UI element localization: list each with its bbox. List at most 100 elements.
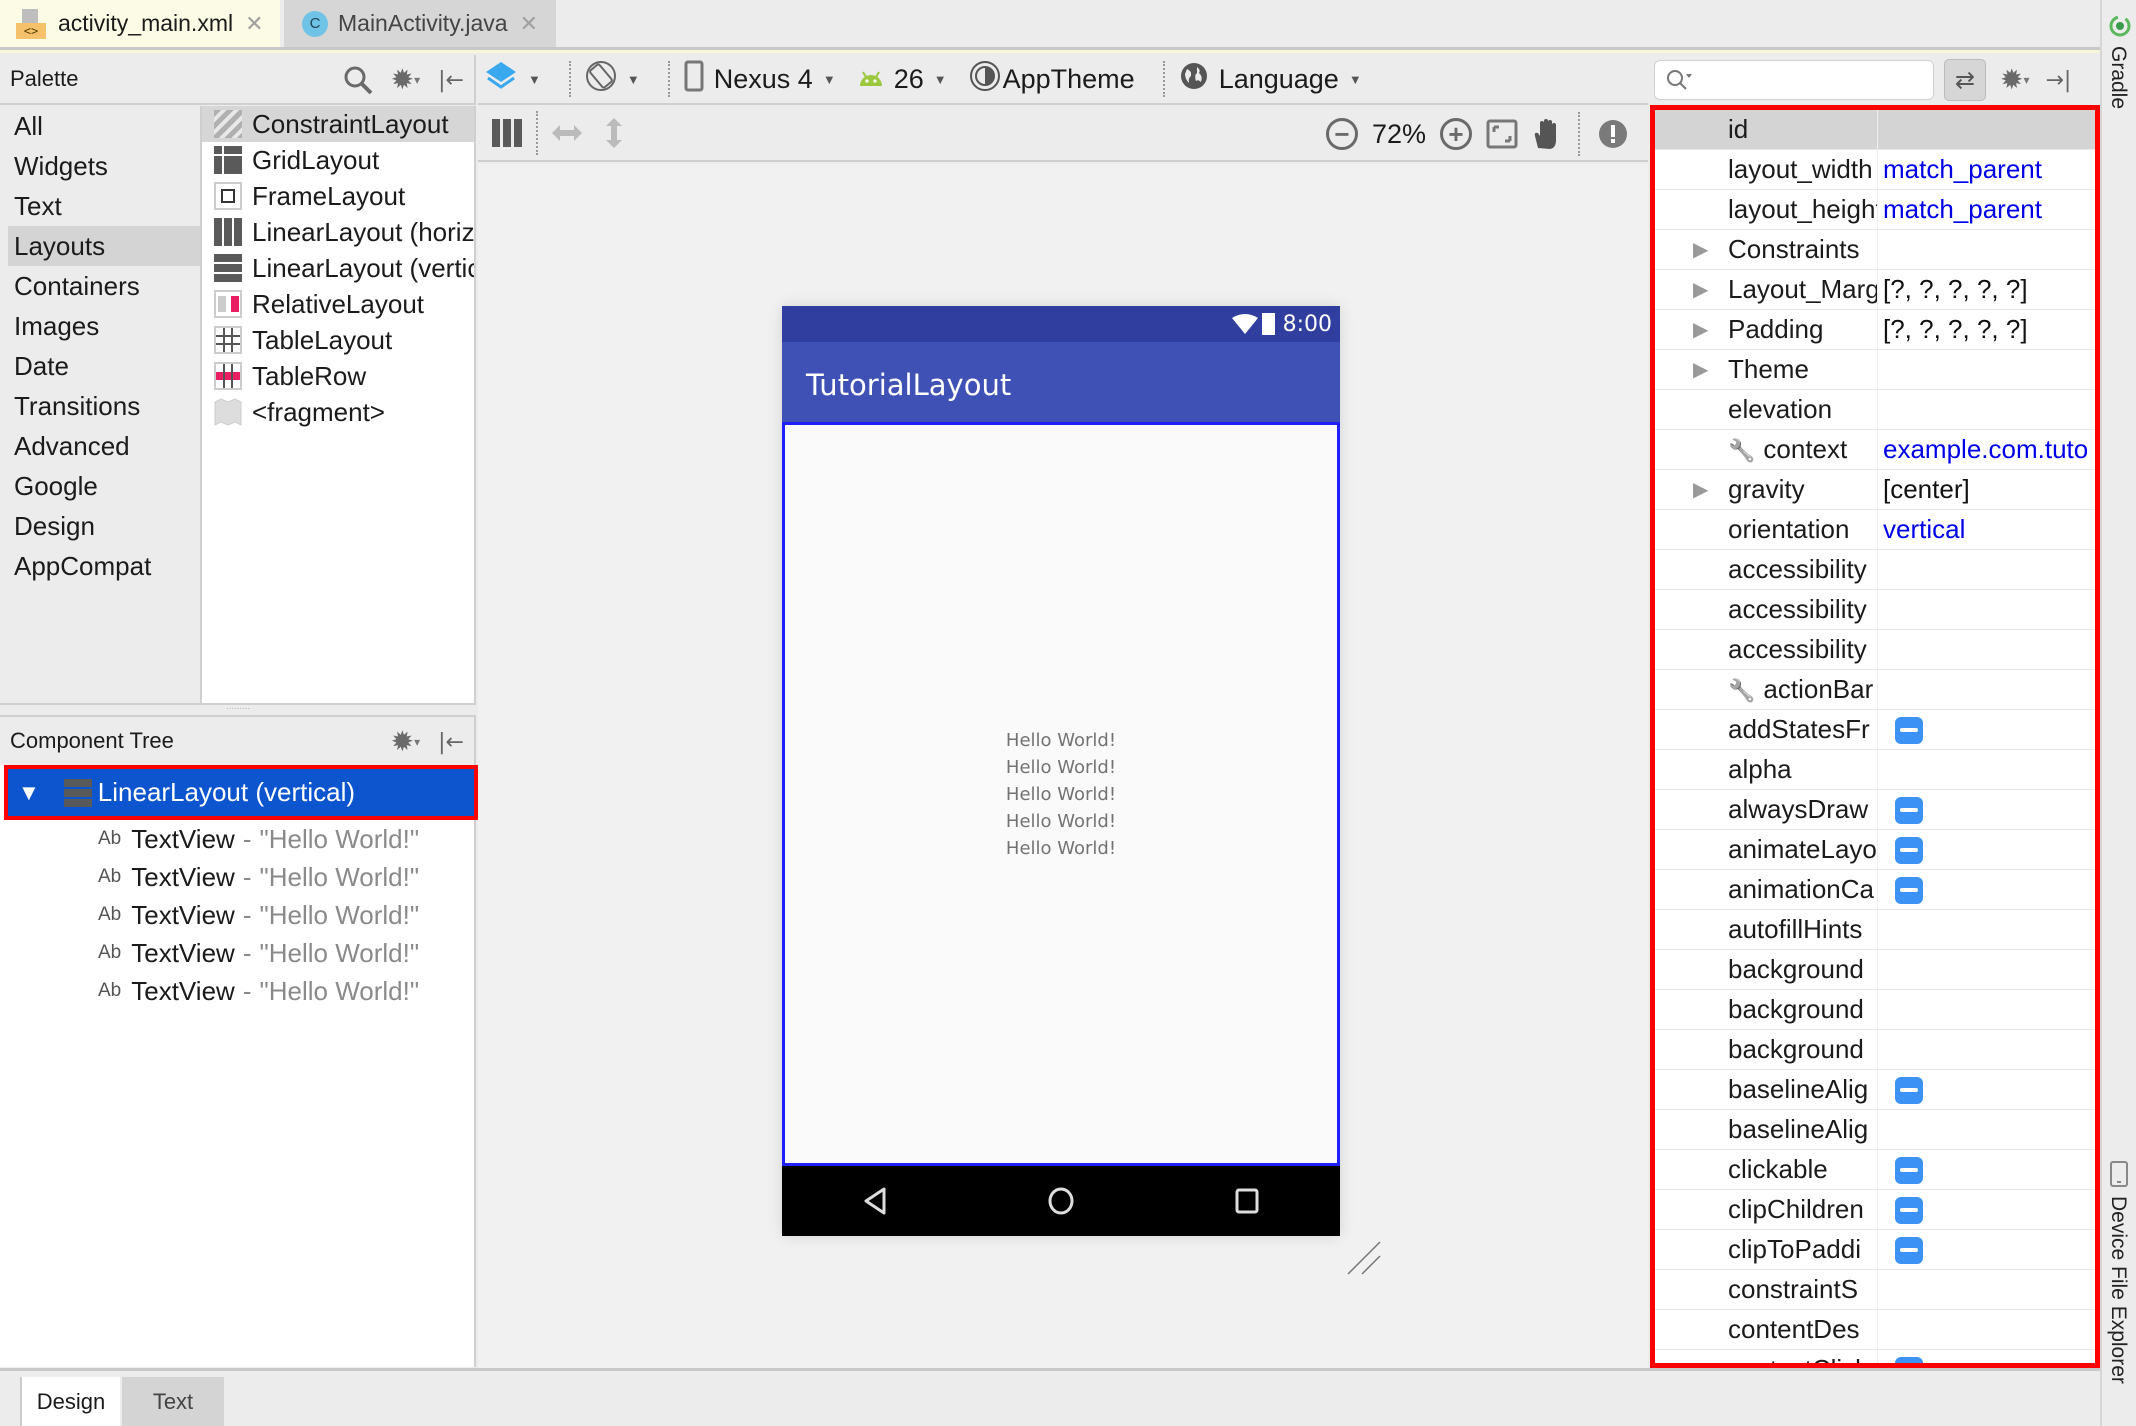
palette-category-containers[interactable]: Containers: [0, 266, 200, 306]
property-row[interactable]: orientation vertical: [1655, 510, 2095, 550]
palette-item-framelayout[interactable]: FrameLayout: [202, 178, 474, 214]
distribute-horizontal-icon[interactable]: [552, 123, 582, 143]
warning-icon[interactable]: [1598, 119, 1628, 149]
property-row[interactable]: background: [1655, 950, 2095, 990]
property-row[interactable]: baselineAlig: [1655, 1110, 2095, 1150]
linear-layout-preview[interactable]: Hello World! Hello World! Hello World! H…: [782, 422, 1340, 1166]
property-row[interactable]: clickable: [1655, 1150, 2095, 1190]
tree-item-textview[interactable]: Ab TextView - "Hello World!": [98, 972, 419, 1010]
property-row[interactable]: contextClick: [1655, 1350, 2095, 1363]
property-value[interactable]: [center]: [1883, 474, 1970, 505]
gear-icon[interactable]: ✹ ▾: [391, 66, 421, 94]
property-row[interactable]: 🔧 actionBar: [1655, 670, 2095, 710]
resize-handle-icon[interactable]: [1346, 1240, 1382, 1276]
expand-arrow-icon[interactable]: ▶: [1693, 357, 1708, 382]
palette-category-all[interactable]: All: [0, 106, 200, 146]
hide-panel-icon[interactable]: →|: [2046, 68, 2072, 93]
palette-item-gridlayout[interactable]: GridLayout: [202, 142, 474, 178]
boolean-unset-toggle[interactable]: [1895, 1357, 1923, 1363]
design-surface-button[interactable]: ▼: [484, 60, 541, 99]
property-row[interactable]: elevation: [1655, 390, 2095, 430]
property-row[interactable]: animationCa: [1655, 870, 2095, 910]
property-row[interactable]: background: [1655, 990, 2095, 1030]
expand-arrow-icon[interactable]: ▶: [1693, 237, 1708, 262]
property-row[interactable]: accessibility: [1655, 550, 2095, 590]
property-row[interactable]: autofillHints: [1655, 910, 2095, 950]
expand-arrow-icon[interactable]: ▶: [1693, 477, 1708, 502]
boolean-unset-toggle[interactable]: [1895, 877, 1923, 904]
property-row[interactable]: 🔧 context example.com.tuto: [1655, 430, 2095, 470]
property-value[interactable]: vertical: [1883, 514, 1965, 545]
linear-layout-orientation-icon[interactable]: [492, 118, 522, 148]
boolean-unset-toggle[interactable]: [1895, 1157, 1923, 1184]
zoom-in-icon[interactable]: +: [1440, 118, 1472, 150]
property-row[interactable]: ▶ Theme: [1655, 350, 2095, 390]
palette-item-fragment[interactable]: <fragment>: [202, 394, 474, 430]
tree-item-textview[interactable]: Ab TextView - "Hello World!": [98, 934, 419, 972]
property-row[interactable]: ▶ Constraints: [1655, 230, 2095, 270]
textview-preview[interactable]: Hello World!: [1006, 835, 1116, 862]
property-value[interactable]: [?, ?, ?, ?, ?]: [1883, 274, 2028, 305]
properties-search-input[interactable]: [1654, 60, 1934, 100]
palette-category-text[interactable]: Text: [0, 186, 200, 226]
expand-arrow-icon[interactable]: ▶: [1693, 317, 1708, 342]
tab-design[interactable]: Design: [20, 1377, 120, 1426]
property-row[interactable]: addStatesFr: [1655, 710, 2095, 750]
property-row[interactable]: alpha: [1655, 750, 2095, 790]
distribute-vertical-icon[interactable]: [604, 118, 624, 148]
property-row[interactable]: clipChildren: [1655, 1190, 2095, 1230]
tree-item-textview[interactable]: Ab TextView - "Hello World!": [98, 858, 419, 896]
palette-category-images[interactable]: Images: [0, 306, 200, 346]
tree-item-linearlayout[interactable]: ▼ LinearLayout (vertical): [4, 765, 478, 820]
pan-hand-icon[interactable]: [1532, 118, 1560, 150]
toggle-view-button[interactable]: ⇄: [1944, 59, 1986, 101]
boolean-unset-toggle[interactable]: [1895, 1197, 1923, 1224]
property-row[interactable]: accessibility: [1655, 630, 2095, 670]
property-value[interactable]: match_parent: [1883, 154, 2042, 185]
property-row[interactable]: layout_width match_parent: [1655, 150, 2095, 190]
palette-item-tablelayout[interactable]: TableLayout: [202, 322, 474, 358]
palette-item-tablerow[interactable]: TableRow: [202, 358, 474, 394]
tab-main-activity-java[interactable]: C MainActivity.java ✕: [284, 0, 556, 47]
close-icon[interactable]: ✕: [520, 11, 538, 37]
palette-category-advanced[interactable]: Advanced: [0, 426, 200, 466]
palette-category-layouts[interactable]: Layouts: [8, 226, 200, 266]
textview-preview[interactable]: Hello World!: [1006, 781, 1116, 808]
palette-item-linearlayout-vertical[interactable]: LinearLayout (vertical): [202, 250, 474, 286]
property-row[interactable]: ▶ Layout_Margin[?, ?, ?, ?, ?]: [1655, 270, 2095, 310]
palette-category-date[interactable]: Date: [0, 346, 200, 386]
boolean-unset-toggle[interactable]: [1895, 837, 1923, 864]
search-icon[interactable]: [343, 65, 373, 95]
property-row[interactable]: ▶ Padding [?, ?, ?, ?, ?]: [1655, 310, 2095, 350]
property-row[interactable]: animateLayo: [1655, 830, 2095, 870]
gradle-tool-tab[interactable]: Gradle: [2106, 46, 2130, 109]
property-value[interactable]: [?, ?, ?, ?, ?]: [1883, 314, 2028, 345]
expand-arrow-icon[interactable]: ▶: [1693, 277, 1708, 302]
tab-activity-main-xml[interactable]: <> activity_main.xml ✕: [0, 0, 280, 47]
property-row[interactable]: clipToPaddi: [1655, 1230, 2095, 1270]
palette-item-constraintlayout[interactable]: ConstraintLayout: [202, 106, 474, 142]
boolean-unset-toggle[interactable]: [1895, 1077, 1923, 1104]
expand-triangle-icon[interactable]: ▼: [18, 780, 40, 806]
textview-preview[interactable]: Hello World!: [1006, 727, 1116, 754]
tab-text[interactable]: Text: [122, 1377, 224, 1426]
property-row[interactable]: layout_height match_parent: [1655, 190, 2095, 230]
boolean-unset-toggle[interactable]: [1895, 797, 1923, 824]
zoom-out-icon[interactable]: −: [1325, 118, 1358, 150]
zoom-to-fit-icon[interactable]: [1486, 119, 1518, 149]
palette-category-design[interactable]: Design: [0, 506, 200, 546]
property-row[interactable]: alwaysDraw: [1655, 790, 2095, 830]
palette-category-transitions[interactable]: Transitions: [0, 386, 200, 426]
orientation-button[interactable]: ▼: [585, 60, 640, 99]
palette-category-widgets[interactable]: Widgets: [0, 146, 200, 186]
language-selector[interactable]: Language ▼: [1179, 61, 1362, 98]
tree-item-textview[interactable]: Ab TextView - "Hello World!": [98, 820, 419, 858]
gear-icon[interactable]: ✹ ▾: [391, 728, 421, 756]
property-row[interactable]: ▶ gravity [center]: [1655, 470, 2095, 510]
device-selector[interactable]: Nexus 4 ▼: [684, 60, 836, 99]
palette-item-relativelayout[interactable]: RelativeLayout: [202, 286, 474, 322]
device-file-explorer-tab[interactable]: Device File Explorer: [2106, 1196, 2130, 1384]
hide-panel-icon[interactable]: |←: [438, 68, 464, 93]
boolean-unset-toggle[interactable]: [1895, 1237, 1923, 1264]
property-row[interactable]: contentDes: [1655, 1310, 2095, 1350]
